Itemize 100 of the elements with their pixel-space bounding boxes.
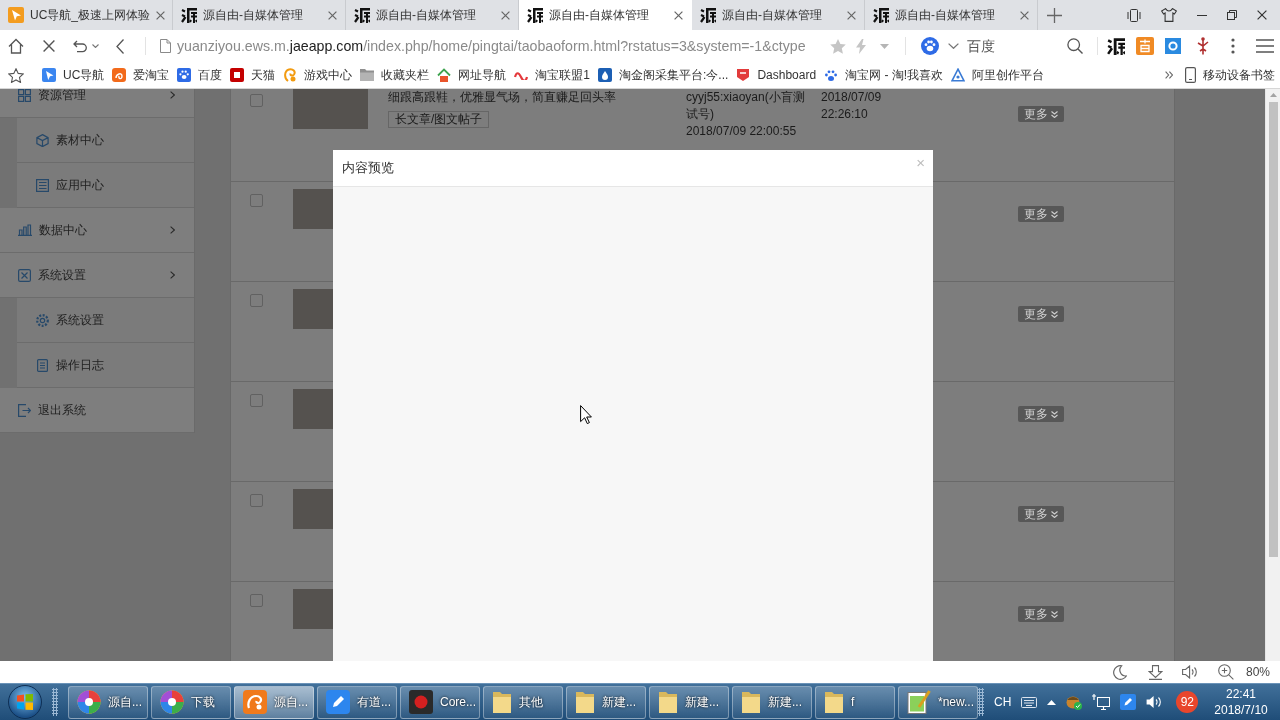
bookmark[interactable]: UC导航 [38, 64, 109, 86]
taskbar-button[interactable]: 有道... [317, 685, 397, 719]
close-icon[interactable] [1257, 10, 1267, 20]
checkbox[interactable] [250, 394, 263, 407]
bookmark[interactable]: 淘宝联盟1 [510, 64, 595, 86]
checkbox[interactable] [250, 494, 263, 507]
site-logo-icon [700, 7, 716, 23]
star-icon[interactable] [8, 67, 24, 83]
pen-app-icon[interactable] [1120, 694, 1137, 710]
bookmark[interactable]: 收藏夹栏 [356, 64, 434, 86]
search-icon[interactable] [1067, 38, 1083, 54]
menu-icon[interactable] [1256, 39, 1274, 53]
ring-app-icon[interactable] [1165, 38, 1181, 54]
tab[interactable]: 源自由-自媒体管理 [519, 0, 692, 30]
square-logo-icon [230, 68, 245, 82]
mouse-cursor-icon [580, 405, 592, 424]
speaker-icon[interactable] [1181, 665, 1200, 679]
tools-icon [18, 268, 31, 282]
close-icon[interactable] [1020, 10, 1029, 20]
bookmark[interactable]: 淘宝网 - 淘!我喜欢 [820, 64, 948, 86]
up-arrow-icon[interactable] [1047, 699, 1057, 705]
star-icon[interactable] [830, 38, 846, 54]
checkbox[interactable] [250, 294, 263, 307]
frame-icon[interactable] [1127, 8, 1141, 22]
download-icon[interactable] [1147, 664, 1163, 680]
network-icon[interactable] [1092, 694, 1111, 710]
site-logo-icon[interactable] [1107, 37, 1125, 55]
caret-down-icon[interactable] [92, 44, 99, 48]
scrollbar[interactable] [1265, 89, 1280, 661]
moon-icon[interactable] [1112, 664, 1127, 680]
phone-icon [1185, 67, 1196, 83]
taskbar-button[interactable]: 源自... [68, 685, 148, 719]
bar-chart-icon [18, 224, 32, 236]
clock-time[interactable]: 22:41 [1226, 686, 1257, 702]
restore-icon[interactable] [1227, 10, 1237, 20]
checkbox[interactable] [250, 594, 263, 607]
undo-icon[interactable] [73, 39, 88, 53]
minimize-icon[interactable] [1197, 14, 1207, 16]
speaker-icon[interactable] [1146, 695, 1163, 709]
close-icon[interactable] [674, 10, 683, 20]
start-button[interactable] [8, 685, 42, 719]
plus-icon[interactable] [1047, 7, 1062, 23]
taskbar-button[interactable]: 新建... [732, 685, 812, 719]
paw-icon [824, 68, 839, 82]
bookmark[interactable]: 游戏中心 [279, 64, 357, 86]
checkbox[interactable] [250, 94, 263, 107]
bookmark[interactable]: 阿里创作平台 [947, 64, 1049, 86]
photo-placeholder [293, 189, 333, 229]
taskbar-button[interactable]: 其他 [483, 685, 563, 719]
close-icon[interactable] [328, 10, 337, 20]
zoom-in-icon[interactable] [1217, 664, 1234, 680]
chevron-down-icon[interactable] [948, 43, 959, 49]
close-icon[interactable] [847, 10, 856, 20]
shirt-icon[interactable] [1161, 8, 1177, 22]
double-chevron-down-icon [1051, 410, 1058, 418]
taskbar-button[interactable]: 下载 [151, 685, 231, 719]
checkbox[interactable] [250, 194, 263, 207]
bookmark[interactable]: 网址导航 [433, 64, 511, 86]
kebab-menu-icon[interactable] [1231, 38, 1235, 54]
paw-icon[interactable] [921, 37, 939, 55]
taskbar-button[interactable]: f [815, 685, 895, 719]
bookmark[interactable]: 百度 [173, 64, 227, 86]
more-button[interactable]: 更多 [1018, 406, 1064, 422]
language-indicator[interactable]: CH [994, 695, 1012, 709]
taskbar-button[interactable]: Core... [400, 685, 480, 719]
document-app-icon[interactable] [1136, 37, 1154, 55]
bookmark[interactable]: 天猫 [226, 64, 280, 86]
more-button[interactable]: 更多 [1018, 206, 1064, 222]
sidebar-item[interactable]: 数据中心 [0, 208, 194, 253]
stop-icon[interactable] [43, 40, 55, 52]
taskbar-button[interactable]: 新建... [566, 685, 646, 719]
home-icon[interactable] [8, 38, 24, 54]
scrollbar-thumb[interactable] [1268, 102, 1278, 557]
double-chevron-right-icon[interactable] [1165, 71, 1173, 79]
taskbar-button[interactable]: *new... [898, 685, 978, 719]
article-title: 细跟高跟鞋，优雅显气场，简直赚足回头率 [388, 89, 617, 106]
figure-icon[interactable] [1196, 37, 1210, 55]
search-field[interactable]: 百度 [967, 38, 1063, 54]
clock-date[interactable]: 2018/7/10 [1214, 702, 1268, 718]
zoom-level[interactable]: 80% [1245, 665, 1270, 679]
chevron-right-icon [170, 226, 175, 234]
acorn-icon[interactable] [1066, 694, 1083, 710]
taskbar-button[interactable]: 源自... [234, 685, 314, 719]
folder-icon [360, 69, 375, 81]
back-icon[interactable] [116, 38, 124, 54]
bookmark[interactable]: 淘金阁采集平台:今... [594, 64, 733, 86]
close-icon[interactable] [156, 10, 165, 20]
notification-badge[interactable]: 92 [1176, 691, 1199, 713]
close-icon[interactable] [501, 10, 510, 20]
address-bar[interactable]: yuanziyou.ews.m.jaeapp.com/index.php/home/pingtai/taobaoform.html?rstatus=3&system=-1&ctype [150, 32, 900, 60]
bookmark[interactable]: Dashboard [732, 64, 821, 86]
bookmark-folder[interactable]: 移动设备书签 [1181, 64, 1279, 86]
bookmark[interactable]: 爱淘宝 [108, 64, 174, 86]
more-button[interactable]: 更多 [1018, 106, 1064, 122]
more-button[interactable]: 更多 [1018, 306, 1064, 322]
taskbar-button[interactable]: 新建... [649, 685, 729, 719]
more-button[interactable]: 更多 [1018, 506, 1064, 522]
sidebar-item[interactable]: 退出系统 [0, 388, 194, 433]
keyboard-icon[interactable] [1021, 696, 1038, 708]
more-button[interactable]: 更多 [1018, 606, 1064, 622]
